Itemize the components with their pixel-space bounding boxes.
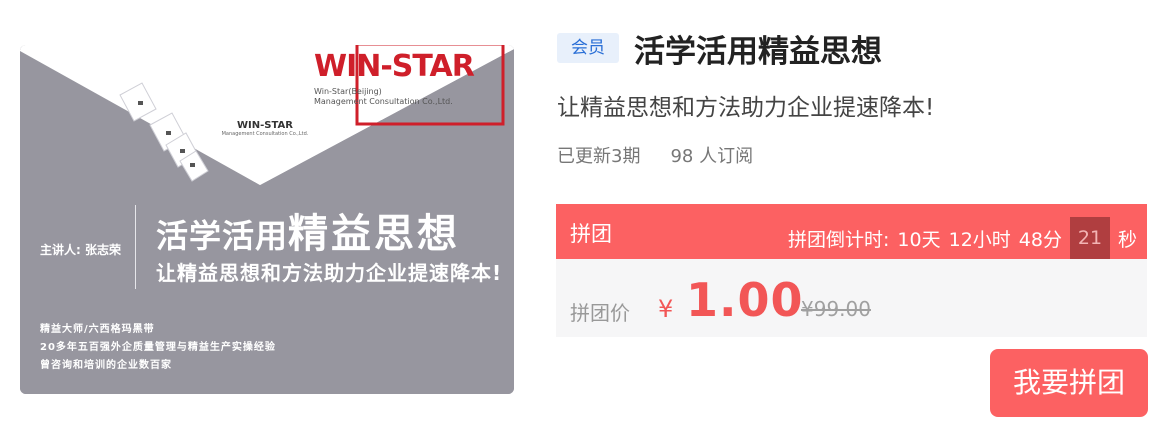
course-title: 活学活用精益思想 <box>634 34 882 70</box>
countdown-hours: 12小时 <box>948 228 1011 251</box>
cover-lecturer: 主讲人: 张志荣 <box>40 243 121 257</box>
cover-info-line: 精益大师/六西格玛黑带 <box>40 324 155 335</box>
countdown-label: 拼团倒计时: <box>788 228 890 251</box>
currency-symbol: ¥ <box>658 295 674 323</box>
cover-title-part2: 精益思想 <box>288 211 461 257</box>
course-subtitle: 让精益思想和方法助力企业提速降本! <box>557 95 935 121</box>
cover-title-part1: 活学活用 <box>156 217 289 255</box>
original-price: ¥99.00 <box>801 297 871 321</box>
cover-subtitle: 让精益思想和方法助力企业提速降本! <box>156 261 503 285</box>
countdown-seconds-unit: 秒 <box>1117 228 1137 251</box>
cover-info-line: 20多年五百强外企质量管理与精益生产实操经验 <box>40 342 276 353</box>
join-group-button[interactable]: 我要拼团 <box>990 349 1148 417</box>
price-box: 拼团价 ¥ 1.00 ¥99.00 <box>556 259 1147 337</box>
group-price: 1.00 <box>686 273 804 327</box>
logo-subtitle-line1: Win-Star(Beijing) <box>314 87 382 96</box>
course-meta: 已更新3期 98 人订阅 <box>557 142 753 168</box>
group-buy-label: 拼团 <box>570 222 612 246</box>
brand-logo-small: WIN-STAR Management Consultation Co.,Ltd… <box>220 120 310 137</box>
update-count: 已更新3期 <box>557 146 641 167</box>
countdown-seconds: 21 <box>1069 217 1110 259</box>
cover-title: 活学活用精益思想 <box>156 201 460 259</box>
group-buy-bar: 拼团 拼团倒计时: 10天 12小时 48分 21 秒 <box>556 204 1147 259</box>
subscriber-count: 98 人订阅 <box>670 146 754 167</box>
logo-subtitle-line2: Management Consultation Co.,Ltd. <box>314 97 453 106</box>
cover-info-line: 曾咨询和培训的企业数百家 <box>40 360 172 371</box>
countdown-minutes: 48分 <box>1018 228 1062 251</box>
cover-info: 精益大师/六西格玛黑带 20多年五百强外企质量管理与精益生产实操经验 曾咨询和培… <box>40 321 276 375</box>
brand-logo-large: WIN-STAR Win-Star(Beijing) Management Co… <box>312 47 494 127</box>
group-price-label: 拼团价 <box>570 301 630 325</box>
countdown-days: 10天 <box>897 228 941 251</box>
group-countdown: 拼团倒计时: 10天 12小时 48分 21 秒 <box>780 217 1137 259</box>
small-logo-brand-text: WIN-STAR <box>237 120 293 131</box>
logo-brand-text: WIN-STAR <box>314 49 475 84</box>
vip-badge: 会员 <box>557 33 619 63</box>
small-logo-subtitle: Management Consultation Co.,Ltd. <box>221 131 309 137</box>
cover-divider <box>135 205 136 289</box>
course-cover-image: WIN-STAR Win-Star(Beijing) Management Co… <box>20 45 514 394</box>
